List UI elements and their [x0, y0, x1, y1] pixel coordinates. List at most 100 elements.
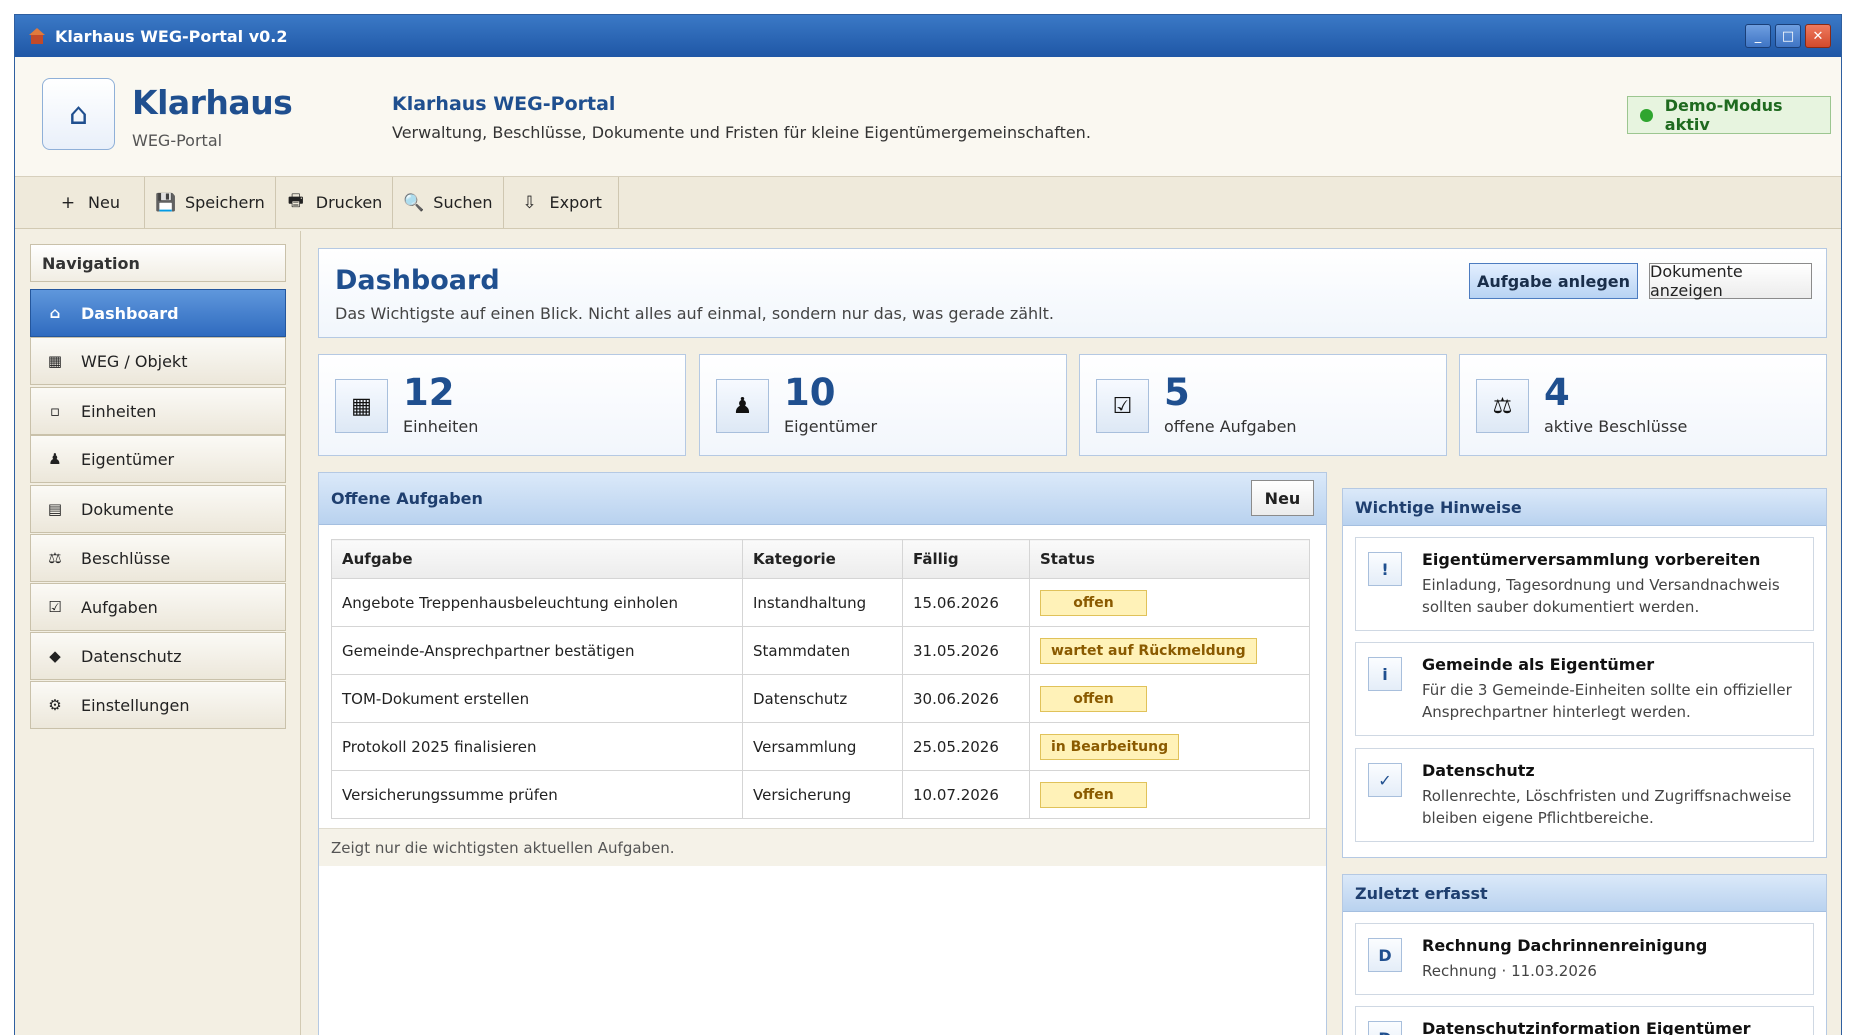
sidebar-item-label: Datenschutz — [81, 646, 182, 666]
task-name: Versicherungssumme prüfen — [331, 770, 743, 819]
save-label: Speichern — [184, 193, 265, 212]
sidebar-item-dokumente[interactable]: ▤ Dokumente — [30, 485, 286, 533]
recent-item-meta: Rechnung · 11.03.2026 — [1422, 962, 1597, 980]
toolbar: + Neu 💾 Speichern 🖶 Drucken 🔍 Suchen ⇩ E… — [15, 177, 1841, 229]
app-header: ⌂ Klarhaus WEG-Portal Klarhaus WEG-Porta… — [15, 57, 1841, 177]
new-task-button[interactable]: Neu — [1251, 480, 1314, 516]
stat-value: 4 — [1544, 371, 1570, 414]
brand-name: Klarhaus — [132, 83, 293, 122]
hint-card[interactable]: ✓ Datenschutz Rollenrechte, Löschfristen… — [1355, 748, 1814, 842]
important-hints-panel: Wichtige Hinweise ! Eigentümerversammlun… — [1342, 488, 1827, 858]
table-row[interactable]: Angebote Treppenhausbeleuchtung einholen… — [331, 578, 1310, 627]
close-button[interactable]: ✕ — [1805, 24, 1831, 48]
diamond-icon: ◆ — [49, 647, 61, 665]
table-row[interactable]: Versicherungssumme prüfen Versicherung 1… — [331, 770, 1310, 819]
sidebar-item-label: Aufgaben — [81, 597, 158, 617]
sidebar-item-dashboard[interactable]: ⌂ Dashboard — [30, 289, 286, 337]
sidebar-item-label: Einheiten — [81, 401, 157, 421]
column-header-due[interactable]: Fällig — [902, 539, 1030, 579]
sidebar-item-einstellungen[interactable]: ⚙ Einstellungen — [30, 681, 286, 729]
recent-item[interactable]: D Rechnung Dachrinnenreinigung Rechnung … — [1355, 923, 1814, 995]
column-header-category[interactable]: Kategorie — [742, 539, 903, 579]
task-name: TOM-Dokument erstellen — [331, 674, 743, 723]
export-button[interactable]: ⇩ Export — [504, 177, 619, 228]
hint-card[interactable]: ! Eigentümerversammlung vorbereiten Einl… — [1355, 537, 1814, 631]
table-row[interactable]: TOM-Dokument erstellen Datenschutz 30.06… — [331, 674, 1310, 723]
exclamation-icon: ! — [1368, 552, 1402, 586]
stat-card-owners[interactable]: ♟ 10 Eigentümer — [699, 354, 1067, 456]
save-button[interactable]: 💾 Speichern — [145, 177, 276, 228]
download-arrow-icon: ⇩ — [522, 192, 537, 213]
panel-title: Zuletzt erfasst — [1355, 883, 1488, 903]
create-task-button[interactable]: Aufgabe anlegen — [1469, 263, 1638, 299]
task-name: Angebote Treppenhausbeleuchtung einholen — [331, 578, 743, 627]
stat-card-units[interactable]: ▦ 12 Einheiten — [318, 354, 686, 456]
recently-added-panel: Zuletzt erfasst D Rechnung Dachrinnenrei… — [1342, 874, 1827, 1035]
checkmark-icon: ✓ — [1368, 763, 1402, 797]
status-badge: offen — [1040, 589, 1147, 616]
demo-mode-badge: Demo-Modus aktiv — [1627, 96, 1831, 134]
sidebar-item-label: WEG / Objekt — [81, 351, 188, 371]
stat-card-open-tasks[interactable]: ☑ 5 offene Aufgaben — [1079, 354, 1447, 456]
sidebar-item-datenschutz[interactable]: ◆ Datenschutz — [30, 632, 286, 680]
checkbox-icon: ☑ — [1096, 379, 1149, 433]
recent-item-title: Datenschutzinformation Eigentümer — [1422, 1019, 1751, 1035]
open-tasks-header: Offene Aufgaben Neu — [319, 473, 1326, 525]
sidebar-item-aufgaben[interactable]: ☑ Aufgaben — [30, 583, 286, 631]
maximize-button[interactable]: □ — [1775, 24, 1801, 48]
stat-value: 10 — [784, 371, 836, 414]
search-label: Suchen — [433, 193, 493, 212]
dashboard-header: Dashboard Das Wichtigste auf einen Blick… — [318, 248, 1827, 338]
panel-title: Offene Aufgaben — [331, 489, 483, 508]
sidebar-item-label: Dokumente — [81, 499, 174, 519]
status-badge: in Bearbeitung — [1040, 733, 1180, 760]
export-label: Export — [549, 193, 602, 212]
print-label: Drucken — [315, 193, 383, 212]
stat-card-resolutions[interactable]: ⚖ 4 aktive Beschlüsse — [1459, 354, 1827, 456]
house-app-icon — [29, 28, 45, 44]
tasks-footer-note: Zeigt nur die wichtigsten aktuellen Aufg… — [319, 828, 1326, 866]
column-header-task[interactable]: Aufgabe — [331, 539, 743, 579]
sidebar: Navigation ⌂ Dashboard ▦ WEG / Objekt ▫ … — [15, 231, 301, 1035]
table-header-row: Aufgabe Kategorie Fällig Status — [331, 539, 1310, 579]
status-badge: wartet auf Rückmeldung — [1040, 637, 1257, 664]
building-grid-icon: ▦ — [335, 379, 388, 433]
sidebar-item-label: Eigentümer — [81, 449, 175, 469]
hint-text: Einladung, Tagesordnung und Versandnachw… — [1422, 576, 1780, 616]
sidebar-item-beschluesse[interactable]: ⚖ Beschlüsse — [30, 534, 286, 582]
stat-label: aktive Beschlüsse — [1544, 417, 1688, 436]
sidebar-item-einheiten[interactable]: ▫ Einheiten — [30, 387, 286, 435]
window-controls: _ □ ✕ — [1745, 24, 1831, 48]
hints-header: Wichtige Hinweise — [1343, 489, 1826, 526]
checkbox-icon: ☑ — [48, 598, 62, 616]
show-documents-button[interactable]: Dokumente anzeigen — [1649, 262, 1812, 300]
hint-title: Datenschutz — [1422, 761, 1535, 780]
search-button[interactable]: 🔍 Suchen — [393, 177, 504, 228]
scales-icon: ⚖ — [1476, 379, 1529, 433]
info-icon: i — [1368, 657, 1402, 691]
title-bar[interactable]: Klarhaus WEG-Portal v0.2 _ □ ✕ — [15, 15, 1841, 57]
task-name: Protokoll 2025 finalisieren — [331, 722, 743, 771]
task-category: Versammlung — [742, 722, 903, 771]
home-logo-icon: ⌂ — [42, 78, 115, 150]
main-content: Dashboard Das Wichtigste auf einen Blick… — [302, 231, 1841, 1035]
print-button[interactable]: 🖶 Drucken — [276, 177, 394, 228]
table-row[interactable]: Protokoll 2025 finalisieren Versammlung … — [331, 722, 1310, 771]
hint-text: Für die 3 Gemeinde-Einheiten sollte ein … — [1422, 681, 1792, 721]
demo-mode-label: Demo-Modus aktiv — [1664, 96, 1783, 134]
sidebar-item-label: Beschlüsse — [81, 548, 171, 568]
status-badge: offen — [1040, 781, 1147, 808]
sidebar-item-weg-objekt[interactable]: ▦ WEG / Objekt — [30, 337, 286, 385]
table-row[interactable]: Gemeinde-Ansprechpartner bestätigen Stam… — [331, 626, 1310, 675]
minimize-button[interactable]: _ — [1745, 24, 1771, 48]
task-due: 31.05.2026 — [902, 626, 1030, 675]
task-name: Gemeinde-Ansprechpartner bestätigen — [331, 626, 743, 675]
column-header-status[interactable]: Status — [1029, 539, 1310, 579]
brand-subtitle: WEG-Portal — [132, 131, 223, 150]
building-grid-icon: ▦ — [47, 352, 63, 370]
recent-item[interactable]: D Datenschutzinformation Eigentümer — [1355, 1006, 1814, 1035]
hint-card[interactable]: i Gemeinde als Eigentümer Für die 3 Geme… — [1355, 642, 1814, 736]
sidebar-item-eigentuemer[interactable]: ♟ Eigentümer — [30, 435, 286, 483]
new-button[interactable]: + Neu — [23, 177, 145, 228]
panel-title: Wichtige Hinweise — [1355, 497, 1522, 517]
